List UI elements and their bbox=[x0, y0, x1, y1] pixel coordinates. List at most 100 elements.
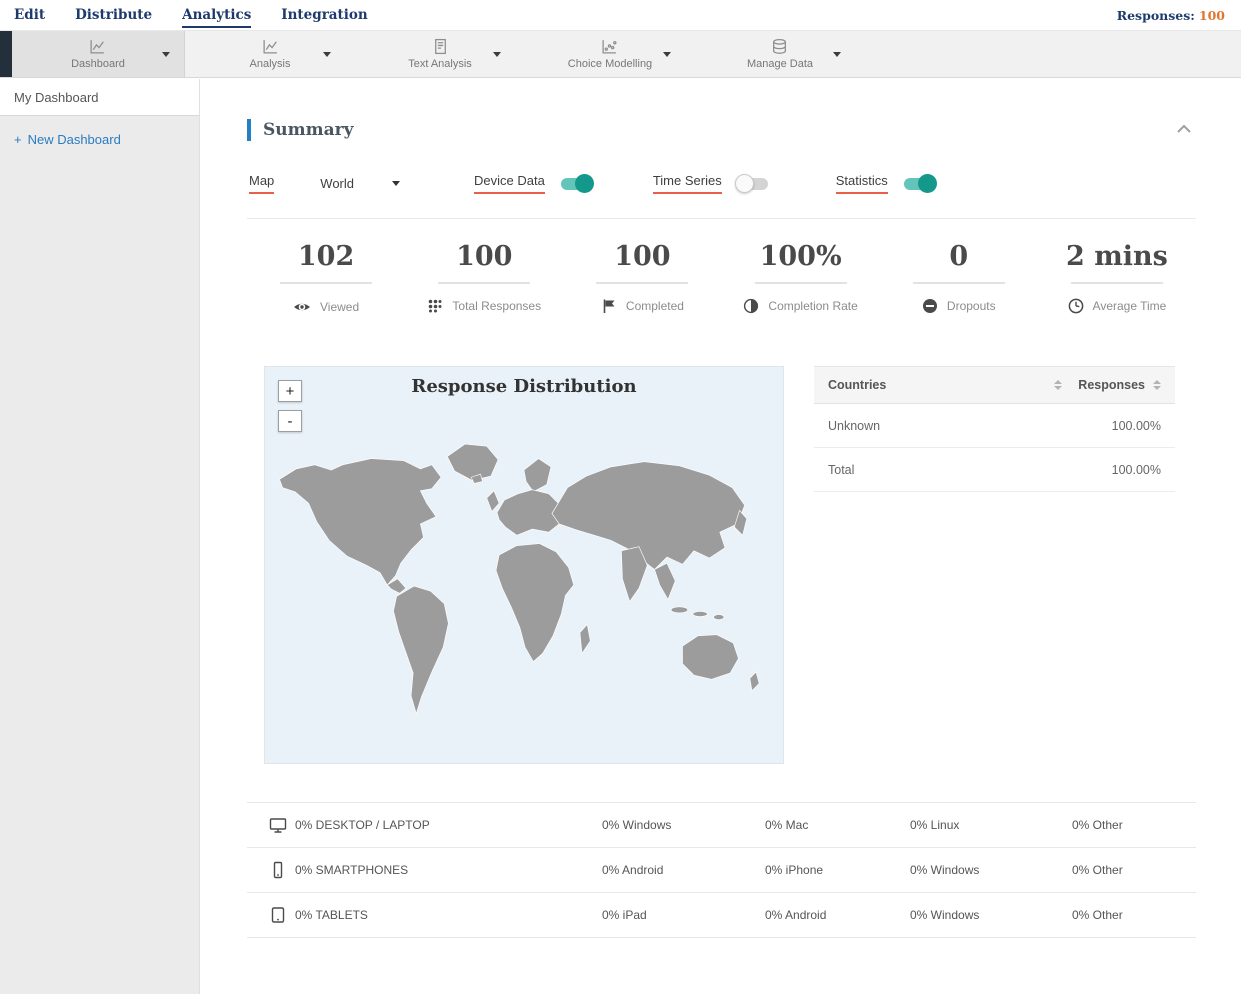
time-series-toggle[interactable] bbox=[734, 174, 768, 193]
stat-label: Viewed bbox=[320, 300, 360, 314]
responses-counter: Responses: 100 bbox=[1116, 7, 1225, 23]
toggle-knob bbox=[574, 174, 594, 193]
stat-value: 0 bbox=[949, 241, 969, 272]
device-label: 0% DESKTOP / LAPTOP bbox=[295, 818, 430, 832]
map-region-value: World bbox=[320, 176, 355, 191]
nav-item-analytics[interactable]: Analytics bbox=[182, 2, 252, 28]
table-row: 0% DESKTOP / LAPTOP 0% Windows 0% Mac 0%… bbox=[247, 803, 1196, 848]
eye-icon bbox=[293, 298, 311, 316]
stat-total-responses: 100 Total Responses bbox=[405, 241, 563, 316]
line-chart-icon bbox=[89, 38, 106, 55]
stat-label: Average Time bbox=[1092, 299, 1167, 313]
statistics-toggle[interactable] bbox=[903, 174, 937, 193]
stat-viewed: 102 Viewed bbox=[247, 241, 405, 316]
stat-value: 100% bbox=[759, 241, 842, 272]
dots-grid-icon bbox=[427, 298, 443, 314]
device-stat: 0% Other bbox=[1072, 863, 1123, 877]
toggle-knob bbox=[917, 174, 937, 193]
stat-label: Total Responses bbox=[452, 299, 542, 313]
zoom-in-button[interactable]: + bbox=[278, 380, 302, 402]
toolbar-item-label: Choice Modelling bbox=[567, 58, 653, 70]
device-stat: 0% Windows bbox=[910, 863, 980, 877]
toggle-knob bbox=[734, 174, 754, 193]
section-accent-bar bbox=[247, 119, 251, 141]
stat-underline bbox=[912, 282, 1005, 284]
sidebar-item-my-dashboard[interactable]: My Dashboard bbox=[0, 79, 199, 116]
stat-completed: 100 Completed bbox=[563, 241, 721, 316]
line-chart-icon bbox=[262, 38, 279, 55]
stat-dropouts: 0 Dropouts bbox=[880, 241, 1038, 316]
countries-column-header[interactable]: Countries bbox=[828, 378, 1046, 392]
stat-underline bbox=[596, 282, 689, 284]
toolbar-item-analysis[interactable]: Analysis bbox=[185, 31, 355, 77]
stat-value: 2 mins bbox=[1066, 241, 1168, 272]
stat-label: Completed bbox=[625, 299, 684, 313]
analytics-toolbar: Dashboard Analysis Text Analysis Choice … bbox=[0, 31, 1241, 78]
device-stat: 0% Windows bbox=[910, 908, 980, 922]
toolbar-item-choice-modelling[interactable]: Choice Modelling bbox=[525, 31, 695, 77]
desktop-icon bbox=[247, 815, 295, 835]
stats-row: 102 Viewed 100 Total Responses 100 Compl… bbox=[247, 241, 1196, 316]
toolbar-item-text-analysis[interactable]: Text Analysis bbox=[355, 31, 525, 77]
world-map[interactable] bbox=[265, 413, 783, 757]
chevron-down-icon[interactable] bbox=[833, 52, 841, 57]
toolbar-item-dashboard[interactable]: Dashboard bbox=[12, 31, 185, 77]
device-data-toggle[interactable] bbox=[560, 174, 594, 193]
divider bbox=[247, 218, 1196, 219]
nav-item-integration[interactable]: Integration bbox=[281, 2, 367, 28]
nav-item-edit[interactable]: Edit bbox=[14, 2, 45, 28]
new-dashboard-button[interactable]: + New Dashboard bbox=[14, 132, 199, 147]
stat-label: Dropouts bbox=[946, 299, 996, 313]
summary-controls: Map World Device Data Time Series Statis… bbox=[247, 173, 1196, 194]
database-icon bbox=[771, 38, 788, 55]
plus-icon: + bbox=[14, 132, 22, 147]
chevron-down-icon[interactable] bbox=[663, 52, 671, 57]
clock-icon bbox=[1068, 298, 1084, 314]
responses-column-header[interactable]: Responses bbox=[1078, 378, 1145, 392]
stat-label: Completion Rate bbox=[768, 299, 858, 313]
device-stat: 0% Linux bbox=[910, 818, 960, 832]
stat-underline bbox=[1070, 282, 1163, 284]
device-label: 0% SMARTPHONES bbox=[295, 863, 409, 877]
stat-completion-rate: 100% Completion Rate bbox=[722, 241, 880, 316]
response-distribution-map: Response Distribution + - bbox=[264, 366, 784, 764]
stat-value: 100 bbox=[614, 241, 671, 272]
sort-icon[interactable] bbox=[1054, 380, 1063, 390]
half-circle-icon bbox=[743, 298, 759, 314]
country-value: 100.00% bbox=[1111, 418, 1161, 433]
chevron-down-icon[interactable] bbox=[493, 52, 501, 57]
minus-circle-icon bbox=[922, 298, 938, 314]
stat-underline bbox=[754, 282, 847, 284]
statistics-label: Statistics bbox=[835, 173, 888, 194]
device-stat: 0% iPhone bbox=[765, 863, 824, 877]
device-stat: 0% Android bbox=[765, 908, 827, 922]
map-region-select[interactable]: World bbox=[320, 176, 401, 191]
top-nav: Edit Distribute Analytics Integration Re… bbox=[0, 0, 1241, 31]
countries-table-header: Countries Responses bbox=[814, 366, 1175, 404]
sort-icon[interactable] bbox=[1153, 380, 1161, 390]
nav-item-distribute[interactable]: Distribute bbox=[75, 2, 152, 28]
toolbar-item-label: Manage Data bbox=[746, 58, 814, 70]
stat-average-time: 2 mins Average Time bbox=[1038, 241, 1196, 316]
country-name: Total bbox=[828, 462, 855, 477]
chevron-down-icon[interactable] bbox=[162, 52, 170, 57]
time-series-label: Time Series bbox=[652, 173, 722, 194]
table-row: 0% SMARTPHONES 0% Android 0% iPhone 0% W… bbox=[247, 848, 1196, 893]
toolbar-left-edge bbox=[0, 31, 12, 77]
map-label: Map bbox=[249, 173, 275, 194]
device-stat: 0% Other bbox=[1072, 818, 1123, 832]
toolbar-item-label: Analysis bbox=[249, 58, 291, 70]
collapse-section-button[interactable] bbox=[1172, 117, 1196, 143]
device-label: 0% TABLETS bbox=[295, 908, 368, 922]
dashboard-sidebar: My Dashboard + New Dashboard bbox=[0, 79, 200, 994]
sidebar-item-label: My Dashboard bbox=[14, 89, 99, 105]
toolbar-item-manage-data[interactable]: Manage Data bbox=[695, 31, 865, 77]
toolbar-item-label: Text Analysis bbox=[408, 58, 472, 70]
chevron-down-icon[interactable] bbox=[323, 52, 331, 57]
device-stat: 0% iPad bbox=[602, 908, 647, 922]
stat-value: 102 bbox=[297, 241, 355, 272]
device-stat: 0% Mac bbox=[765, 818, 809, 832]
device-data-label: Device Data bbox=[474, 173, 545, 194]
summary-header: Summary bbox=[247, 117, 1196, 143]
section-title: Summary bbox=[263, 120, 354, 140]
